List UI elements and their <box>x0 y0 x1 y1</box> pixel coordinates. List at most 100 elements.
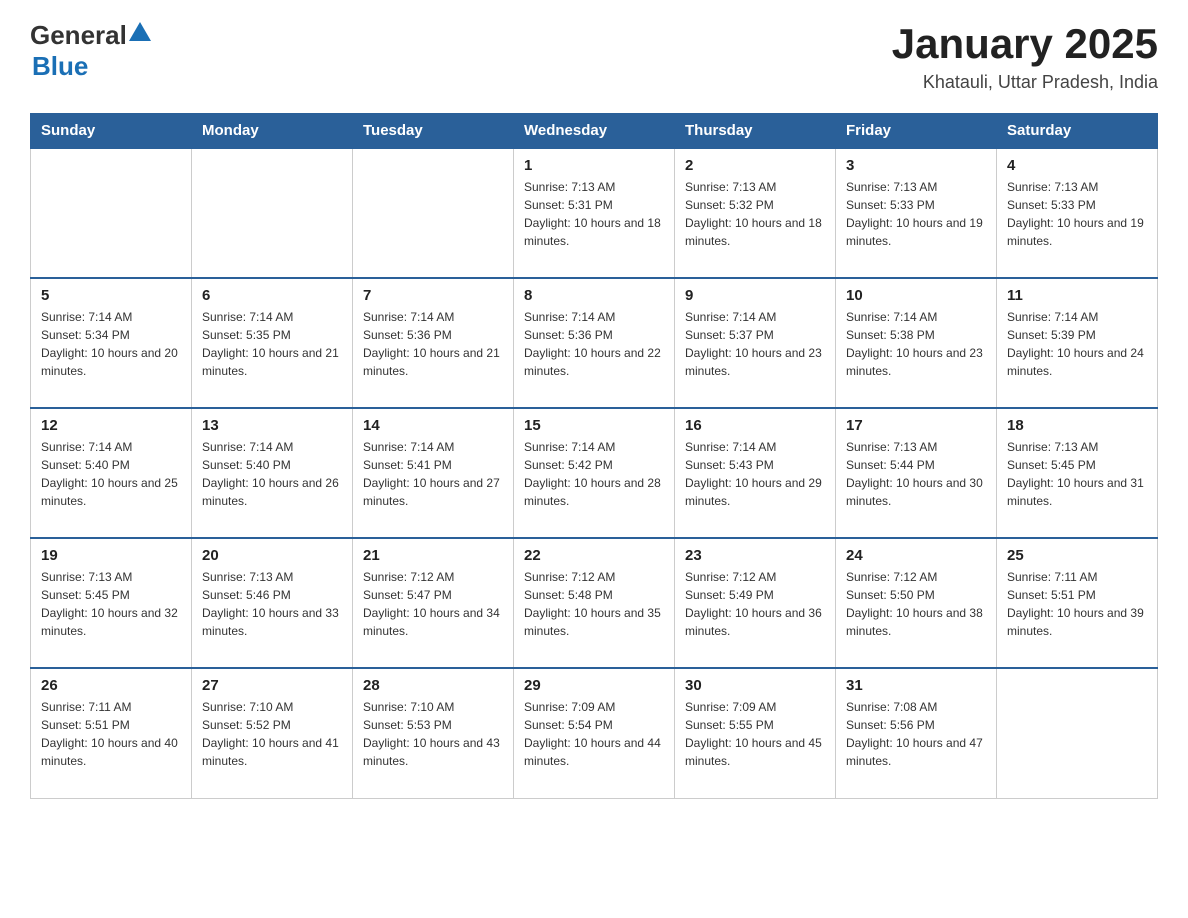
calendar-cell <box>353 148 514 278</box>
calendar-week-4: 19Sunrise: 7:13 AMSunset: 5:45 PMDayligh… <box>31 538 1158 668</box>
column-header-wednesday: Wednesday <box>514 114 675 149</box>
day-number: 15 <box>524 417 664 434</box>
calendar-week-2: 5 Sunrise: 7:14 AMSunset: 5:34 PMDaylight… <box>31 278 1158 408</box>
day-info: Sunrise: 7:14 AMSunset: 5:34 PMDaylight:… <box>41 308 181 380</box>
calendar-body: 1 Sunrise: 7:13 AMSunset: 5:31 PMDaylight… <box>31 148 1158 798</box>
day-number: 18 <box>1007 417 1147 434</box>
calendar-cell <box>192 148 353 278</box>
calendar-cell: 16 Sunrise: 7:14 AMSunset: 5:43 PMDayligh… <box>675 408 836 538</box>
calendar-week-1: 1 Sunrise: 7:13 AMSunset: 5:31 PMDaylight… <box>31 148 1158 278</box>
day-info: Sunrise: 7:14 AMSunset: 5:36 PMDaylight:… <box>524 308 664 380</box>
day-number: 22 <box>524 547 664 564</box>
day-info: Sunrise: 7:08 AMSunset: 5:56 PMDaylight:… <box>846 698 986 770</box>
day-number: 3 <box>846 157 986 174</box>
day-number: 23 <box>685 547 825 564</box>
day-number: 1 <box>524 157 664 174</box>
day-number: 16 <box>685 417 825 434</box>
calendar-cell: 13 Sunrise: 7:14 AMSunset: 5:40 PMDayligh… <box>192 408 353 538</box>
day-info: Sunrise: 7:10 AMSunset: 5:53 PMDaylight:… <box>363 698 503 770</box>
page-header: GeneralBlue January 2025 Khatauli, Uttar… <box>30 20 1158 93</box>
column-header-monday: Monday <box>192 114 353 149</box>
day-info: Sunrise: 7:09 AMSunset: 5:55 PMDaylight:… <box>685 698 825 770</box>
day-info: Sunrise: 7:14 AMSunset: 5:41 PMDaylight:… <box>363 438 503 510</box>
day-number: 20 <box>202 547 342 564</box>
calendar-cell: 9 Sunrise: 7:14 AMSunset: 5:37 PMDaylight… <box>675 278 836 408</box>
calendar-header: SundayMondayTuesdayWednesdayThursdayFrid… <box>31 114 1158 149</box>
day-info: Sunrise: 7:10 AMSunset: 5:52 PMDaylight:… <box>202 698 342 770</box>
day-number: 31 <box>846 677 986 694</box>
day-number: 12 <box>41 417 181 434</box>
calendar-cell: 31 Sunrise: 7:08 AMSunset: 5:56 PMDayligh… <box>836 668 997 798</box>
calendar-cell <box>31 148 192 278</box>
calendar-cell: 27Sunrise: 7:10 AMSunset: 5:52 PMDayligh… <box>192 668 353 798</box>
page-title: January 2025 <box>892 20 1158 68</box>
day-info: Sunrise: 7:12 AMSunset: 5:50 PMDaylight:… <box>846 568 986 640</box>
day-info: Sunrise: 7:14 AMSunset: 5:40 PMDaylight:… <box>41 438 181 510</box>
calendar-cell: 10 Sunrise: 7:14 AMSunset: 5:38 PMDayligh… <box>836 278 997 408</box>
day-info: Sunrise: 7:14 AMSunset: 5:43 PMDaylight:… <box>685 438 825 510</box>
day-number: 9 <box>685 287 825 304</box>
day-number: 11 <box>1007 287 1147 304</box>
day-number: 4 <box>1007 157 1147 174</box>
calendar-cell <box>997 668 1158 798</box>
day-info: Sunrise: 7:13 AMSunset: 5:44 PMDaylight:… <box>846 438 986 510</box>
day-info: Sunrise: 7:13 AMSunset: 5:46 PMDaylight:… <box>202 568 342 640</box>
day-info: Sunrise: 7:13 AMSunset: 5:33 PMDaylight:… <box>1007 178 1147 250</box>
day-number: 5 <box>41 287 181 304</box>
column-header-saturday: Saturday <box>997 114 1158 149</box>
day-info: Sunrise: 7:12 AMSunset: 5:47 PMDaylight:… <box>363 568 503 640</box>
day-info: Sunrise: 7:14 AMSunset: 5:35 PMDaylight:… <box>202 308 342 380</box>
day-number: 6 <box>202 287 342 304</box>
day-info: Sunrise: 7:14 AMSunset: 5:40 PMDaylight:… <box>202 438 342 510</box>
day-info: Sunrise: 7:14 AMSunset: 5:38 PMDaylight:… <box>846 308 986 380</box>
day-info: Sunrise: 7:13 AMSunset: 5:32 PMDaylight:… <box>685 178 825 250</box>
calendar-table: SundayMondayTuesdayWednesdayThursdayFrid… <box>30 113 1158 799</box>
day-info: Sunrise: 7:12 AMSunset: 5:48 PMDaylight:… <box>524 568 664 640</box>
day-info: Sunrise: 7:14 AMSunset: 5:37 PMDaylight:… <box>685 308 825 380</box>
day-info: Sunrise: 7:13 AMSunset: 5:45 PMDaylight:… <box>1007 438 1147 510</box>
day-number: 17 <box>846 417 986 434</box>
calendar-cell: 19Sunrise: 7:13 AMSunset: 5:45 PMDayligh… <box>31 538 192 668</box>
day-info: Sunrise: 7:13 AMSunset: 5:45 PMDaylight:… <box>41 568 181 640</box>
column-header-thursday: Thursday <box>675 114 836 149</box>
calendar-cell: 14 Sunrise: 7:14 AMSunset: 5:41 PMDayligh… <box>353 408 514 538</box>
day-info: Sunrise: 7:14 AMSunset: 5:42 PMDaylight:… <box>524 438 664 510</box>
day-number: 14 <box>363 417 503 434</box>
calendar-cell: 2 Sunrise: 7:13 AMSunset: 5:32 PMDaylight… <box>675 148 836 278</box>
page-subtitle: Khatauli, Uttar Pradesh, India <box>892 72 1158 93</box>
day-info: Sunrise: 7:09 AMSunset: 5:54 PMDaylight:… <box>524 698 664 770</box>
day-info: Sunrise: 7:14 AMSunset: 5:39 PMDaylight:… <box>1007 308 1147 380</box>
calendar-week-3: 12 Sunrise: 7:14 AMSunset: 5:40 PMDayligh… <box>31 408 1158 538</box>
day-number: 2 <box>685 157 825 174</box>
calendar-cell: 29 Sunrise: 7:09 AMSunset: 5:54 PMDayligh… <box>514 668 675 798</box>
calendar-cell: 30Sunrise: 7:09 AMSunset: 5:55 PMDayligh… <box>675 668 836 798</box>
calendar-cell: 23 Sunrise: 7:12 AMSunset: 5:49 PMDayligh… <box>675 538 836 668</box>
calendar-cell: 20 Sunrise: 7:13 AMSunset: 5:46 PMDayligh… <box>192 538 353 668</box>
day-number: 13 <box>202 417 342 434</box>
day-number: 10 <box>846 287 986 304</box>
day-info: Sunrise: 7:13 AMSunset: 5:31 PMDaylight:… <box>524 178 664 250</box>
day-info: Sunrise: 7:13 AMSunset: 5:33 PMDaylight:… <box>846 178 986 250</box>
calendar-week-5: 26 Sunrise: 7:11 AMSunset: 5:51 PMDayligh… <box>31 668 1158 798</box>
calendar-cell: 3 Sunrise: 7:13 AMSunset: 5:33 PMDaylight… <box>836 148 997 278</box>
calendar-cell: 15 Sunrise: 7:14 AMSunset: 5:42 PMDayligh… <box>514 408 675 538</box>
calendar-cell: 21 Sunrise: 7:12 AMSunset: 5:47 PMDayligh… <box>353 538 514 668</box>
calendar-cell: 28 Sunrise: 7:10 AMSunset: 5:53 PMDayligh… <box>353 668 514 798</box>
calendar-cell: 26 Sunrise: 7:11 AMSunset: 5:51 PMDayligh… <box>31 668 192 798</box>
title-block: January 2025 Khatauli, Uttar Pradesh, In… <box>892 20 1158 93</box>
day-number: 28 <box>363 677 503 694</box>
day-number: 29 <box>524 677 664 694</box>
day-number: 21 <box>363 547 503 564</box>
header-row: SundayMondayTuesdayWednesdayThursdayFrid… <box>31 114 1158 149</box>
day-info: Sunrise: 7:14 AMSunset: 5:36 PMDaylight:… <box>363 308 503 380</box>
day-info: Sunrise: 7:12 AMSunset: 5:49 PMDaylight:… <box>685 568 825 640</box>
calendar-cell: 18 Sunrise: 7:13 AMSunset: 5:45 PMDayligh… <box>997 408 1158 538</box>
day-number: 26 <box>41 677 181 694</box>
calendar-cell: 17 Sunrise: 7:13 AMSunset: 5:44 PMDayligh… <box>836 408 997 538</box>
day-info: Sunrise: 7:11 AMSunset: 5:51 PMDaylight:… <box>41 698 181 770</box>
calendar-cell: 24Sunrise: 7:12 AMSunset: 5:50 PMDayligh… <box>836 538 997 668</box>
logo-general-text: General <box>30 20 127 51</box>
calendar-cell: 7 Sunrise: 7:14 AMSunset: 5:36 PMDaylight… <box>353 278 514 408</box>
day-number: 7 <box>363 287 503 304</box>
day-info: Sunrise: 7:11 AMSunset: 5:51 PMDaylight:… <box>1007 568 1147 640</box>
